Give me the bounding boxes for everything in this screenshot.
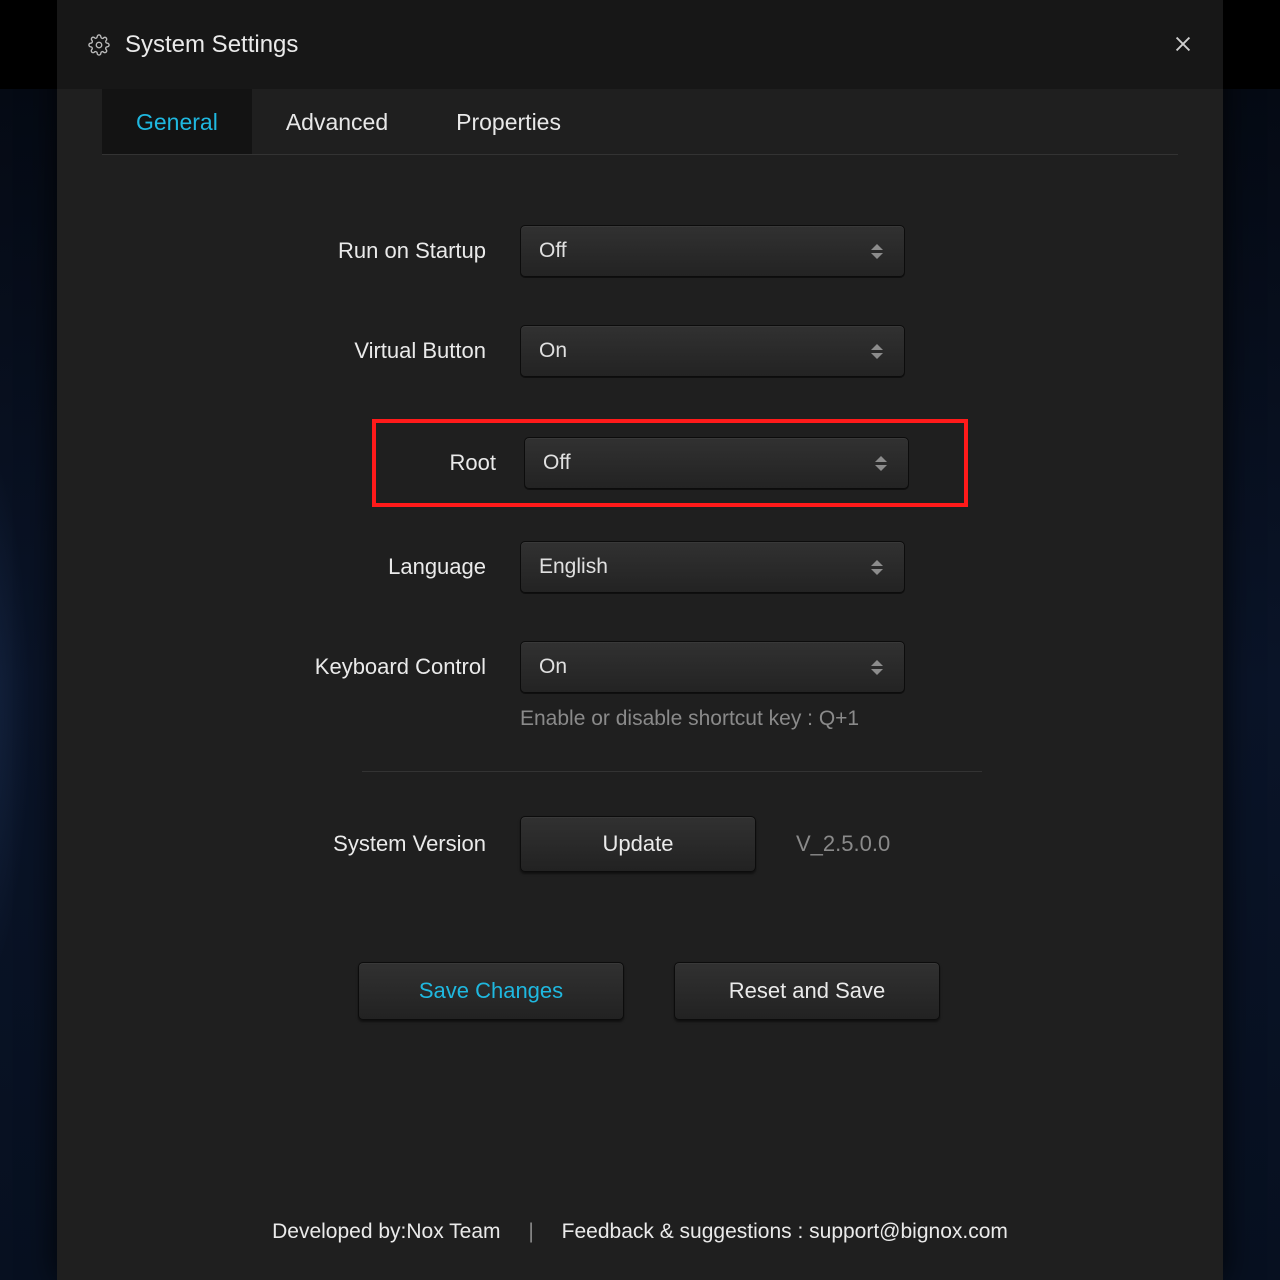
divider — [362, 771, 982, 772]
select-value: Off — [543, 451, 571, 475]
footer-developed: Developed by:Nox Team — [272, 1220, 500, 1243]
titlebar: System Settings — [57, 0, 1223, 89]
select-keyboard-control[interactable]: On — [520, 641, 905, 693]
keyboard-hint: Enable or disable shortcut key : Q+1 — [520, 707, 1178, 731]
footer-feedback: Feedback & suggestions : support@bignox.… — [562, 1220, 1008, 1243]
close-button[interactable] — [1169, 30, 1197, 58]
select-value: On — [539, 339, 567, 363]
footer: Developed by:Nox Team | Feedback & sugge… — [57, 1220, 1223, 1244]
chevron-updown-icon — [872, 452, 890, 474]
footer-separator: | — [528, 1220, 533, 1243]
label-root: Root — [376, 450, 524, 476]
select-virtual-button[interactable]: On — [520, 325, 905, 377]
label-keyboard-control: Keyboard Control — [102, 654, 520, 680]
select-value: Off — [539, 239, 567, 263]
gear-icon — [87, 33, 111, 57]
window-title: System Settings — [125, 31, 298, 59]
select-value: English — [539, 555, 608, 579]
tab-general[interactable]: General — [102, 89, 252, 154]
tabs: General Advanced Properties — [102, 89, 1178, 155]
label-run-on-startup: Run on Startup — [102, 238, 520, 264]
highlighted-root-row: Root Off — [372, 419, 968, 507]
label-system-version: System Version — [102, 831, 520, 857]
reset-and-save-button[interactable]: Reset and Save — [674, 962, 940, 1020]
tab-properties[interactable]: Properties — [422, 89, 595, 154]
select-run-on-startup[interactable]: Off — [520, 225, 905, 277]
tab-advanced[interactable]: Advanced — [252, 89, 422, 154]
chevron-updown-icon — [868, 240, 886, 262]
select-root[interactable]: Off — [524, 437, 909, 489]
chevron-updown-icon — [868, 556, 886, 578]
chevron-updown-icon — [868, 340, 886, 362]
select-language[interactable]: English — [520, 541, 905, 593]
label-virtual-button: Virtual Button — [102, 338, 520, 364]
save-changes-button[interactable]: Save Changes — [358, 962, 624, 1020]
settings-window: System Settings General Advanced Propert… — [57, 0, 1223, 1280]
label-language: Language — [102, 554, 520, 580]
chevron-updown-icon — [868, 656, 886, 678]
form-area: Run on Startup Off Virtual Button On Roo… — [102, 155, 1178, 1020]
update-button[interactable]: Update — [520, 816, 756, 872]
version-text: V_2.5.0.0 — [796, 831, 890, 857]
select-value: On — [539, 655, 567, 679]
